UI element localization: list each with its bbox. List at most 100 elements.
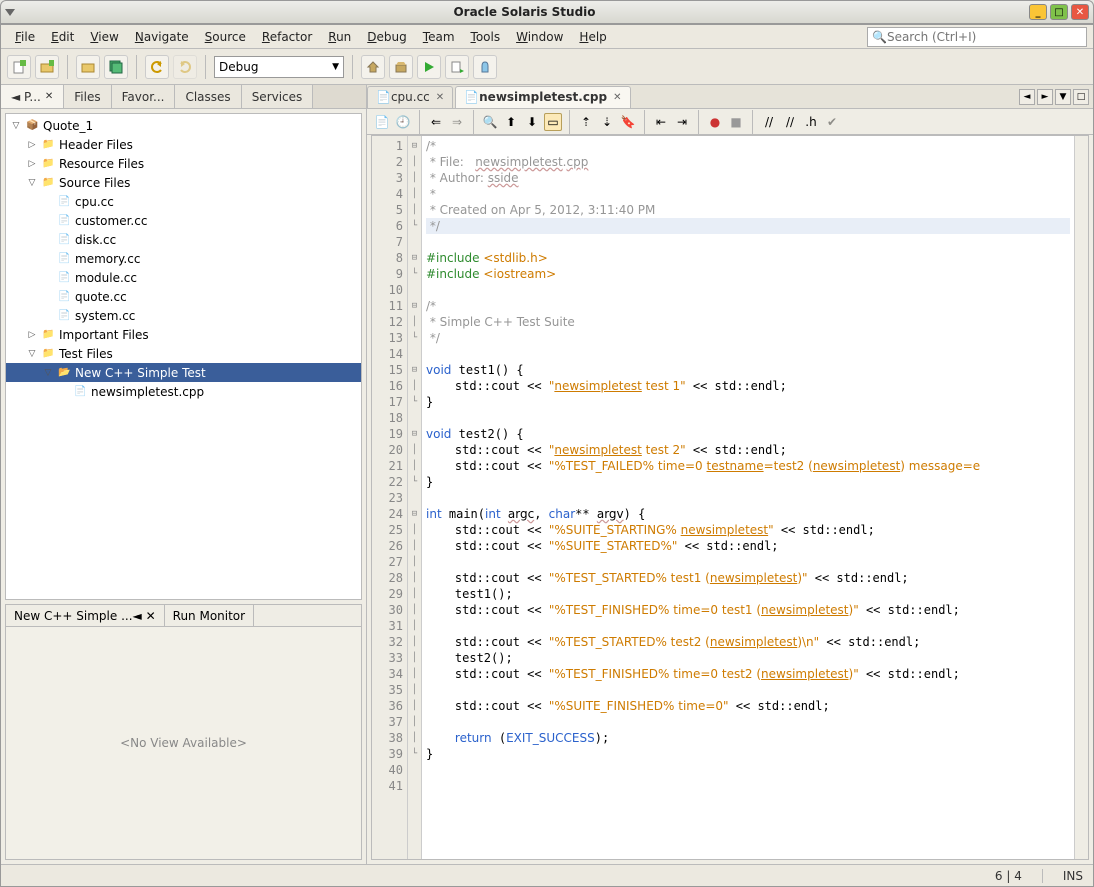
comment-icon[interactable]: // (760, 113, 778, 131)
left-tab[interactable]: Services (242, 85, 314, 108)
menu-edit[interactable]: Edit (43, 30, 82, 44)
bottom-tab[interactable]: New C++ Simple ... ◄ ✕ (6, 605, 165, 626)
tree-node[interactable]: ▽📁Source Files (6, 173, 361, 192)
menu-debug[interactable]: Debug (359, 30, 414, 44)
tree-twisty-icon[interactable]: ▽ (10, 121, 22, 131)
tree-twisty-icon[interactable]: ▽ (26, 349, 38, 359)
menu-help[interactable]: Help (571, 30, 614, 44)
tree-node[interactable]: ▷📁Important Files (6, 325, 361, 344)
error-stripe[interactable] (1074, 136, 1088, 859)
close-icon[interactable]: ✕ (45, 91, 53, 102)
editor-tab[interactable]: 📄 newsimpletest.cpp✕ (455, 86, 630, 108)
code-editor[interactable]: 1 2 3 4 5 6 7 8 9 10 11 12 13 14 15 16 1… (371, 135, 1089, 860)
minimize-button[interactable]: _ (1029, 4, 1047, 20)
prev-bookmark-icon[interactable]: ⇡ (577, 113, 595, 131)
toggle-bookmark-icon[interactable]: 🔖 (619, 113, 637, 131)
insert-mode: INS (1063, 869, 1083, 883)
menu-run[interactable]: Run (320, 30, 359, 44)
redo-icon[interactable] (173, 55, 197, 79)
source-view-icon[interactable]: 📄 (373, 113, 391, 131)
run-icon[interactable] (417, 55, 441, 79)
debug-icon[interactable] (445, 55, 469, 79)
project-tree[interactable]: ▽📦Quote_1▷📁Header Files▷📁Resource Files▽… (5, 113, 362, 600)
close-icon[interactable]: ✕ (436, 92, 444, 103)
window-menu-icon[interactable] (5, 7, 23, 17)
close-icon[interactable]: ✕ (613, 92, 621, 103)
tree-node[interactable]: 📄memory.cc (6, 249, 361, 268)
nav-fwd-icon[interactable]: ⇒ (448, 113, 466, 131)
shift-left-icon[interactable]: ⇤ (652, 113, 670, 131)
bottom-tab[interactable]: Run Monitor (165, 605, 254, 626)
tree-twisty-icon[interactable]: ▷ (26, 140, 38, 150)
close-icon[interactable]: ◄ ✕ (133, 609, 156, 623)
open-project-icon[interactable] (76, 55, 100, 79)
tree-node[interactable]: 📄disk.cc (6, 230, 361, 249)
clean-build-icon[interactable] (389, 55, 413, 79)
toggle-highlight-icon[interactable]: ▭ (544, 113, 562, 131)
next-bookmark-icon[interactable]: ⇣ (598, 113, 616, 131)
tree-twisty-icon[interactable]: ▽ (26, 178, 38, 188)
tree-label: memory.cc (75, 252, 140, 266)
tree-node[interactable]: ▽📦Quote_1 (6, 116, 361, 135)
new-file-icon[interactable] (7, 55, 31, 79)
menu-view[interactable]: View (82, 30, 126, 44)
search-box[interactable]: 🔍 (867, 27, 1087, 47)
tree-node[interactable]: 📄newsimpletest.cpp (6, 382, 361, 401)
code-area[interactable]: /* * File: newsimpletest.cpp * Author: s… (422, 136, 1074, 859)
menu-tools[interactable]: Tools (463, 30, 509, 44)
file-icon: 📄 (464, 90, 479, 104)
build-icon[interactable] (361, 55, 385, 79)
check-icon[interactable]: ✔ (823, 113, 841, 131)
find-prev-icon[interactable]: ⬆ (502, 113, 520, 131)
menu-file[interactable]: File (7, 30, 43, 44)
new-project-icon[interactable] (35, 55, 59, 79)
menu-window[interactable]: Window (508, 30, 571, 44)
tab-scroll-left-icon[interactable]: ◄ (1019, 89, 1035, 105)
find-selection-icon[interactable]: 🔍 (481, 113, 499, 131)
save-all-icon[interactable] (104, 55, 128, 79)
search-input[interactable] (887, 30, 1082, 44)
nav-back-icon[interactable]: ⇐ (427, 113, 445, 131)
config-dropdown[interactable]: Debug▼ (214, 56, 344, 78)
tree-node[interactable]: 📄quote.cc (6, 287, 361, 306)
menu-refactor[interactable]: Refactor (254, 30, 320, 44)
left-tab[interactable]: Files (64, 85, 111, 108)
fold-gutter[interactable]: ⊟ │ │ │ │ └ ⊟ └ ⊟ │ └ ⊟ │ └ ⊟ │ │ └ ⊟ │ … (408, 136, 422, 859)
start-macro-icon[interactable]: ● (706, 113, 724, 131)
tree-node[interactable]: 📄system.cc (6, 306, 361, 325)
tree-twisty-icon[interactable]: ▷ (26, 159, 38, 169)
left-tab[interactable]: Favor... (112, 85, 176, 108)
stop-macro-icon[interactable]: ■ (727, 113, 745, 131)
tree-node[interactable]: 📄customer.cc (6, 211, 361, 230)
tab-list-icon[interactable]: ▼ (1055, 89, 1071, 105)
undo-icon[interactable] (145, 55, 169, 79)
tree-node[interactable]: 📄cpu.cc (6, 192, 361, 211)
goto-header-icon[interactable]: .h (802, 113, 820, 131)
tree-twisty-icon[interactable]: ▷ (26, 330, 38, 340)
menu-source[interactable]: Source (197, 30, 254, 44)
maximize-button[interactable]: □ (1050, 4, 1068, 20)
tree-twisty-icon[interactable]: ▽ (42, 368, 54, 378)
tree-label: quote.cc (75, 290, 127, 304)
history-view-icon[interactable]: 🕘 (394, 113, 412, 131)
titlebar: Oracle Solaris Studio _ □ ✕ (0, 0, 1094, 24)
editor-tab[interactable]: 📄 cpu.cc✕ (367, 86, 453, 108)
tree-node[interactable]: ▽📁Test Files (6, 344, 361, 363)
tab-maximize-icon[interactable]: □ (1073, 89, 1089, 105)
left-tab[interactable]: ◄ P...✕ (1, 85, 64, 108)
profile-icon[interactable] (473, 55, 497, 79)
tree-node[interactable]: ▷📁Header Files (6, 135, 361, 154)
close-button[interactable]: ✕ (1071, 4, 1089, 20)
menu-team[interactable]: Team (415, 30, 463, 44)
tree-node[interactable]: 📄module.cc (6, 268, 361, 287)
tree-node[interactable]: ▽📂New C++ Simple Test (6, 363, 361, 382)
tree-label: Important Files (59, 328, 149, 342)
tree-node[interactable]: ▷📁Resource Files (6, 154, 361, 173)
left-tab[interactable]: Classes (175, 85, 241, 108)
tab-scroll-right-icon[interactable]: ► (1037, 89, 1053, 105)
menu-navigate[interactable]: Navigate (127, 30, 197, 44)
uncomment-icon[interactable]: /∕ (781, 113, 799, 131)
menubar: FileEditViewNavigateSourceRefactorRunDeb… (1, 25, 1093, 49)
shift-right-icon[interactable]: ⇥ (673, 113, 691, 131)
find-next-icon[interactable]: ⬇ (523, 113, 541, 131)
